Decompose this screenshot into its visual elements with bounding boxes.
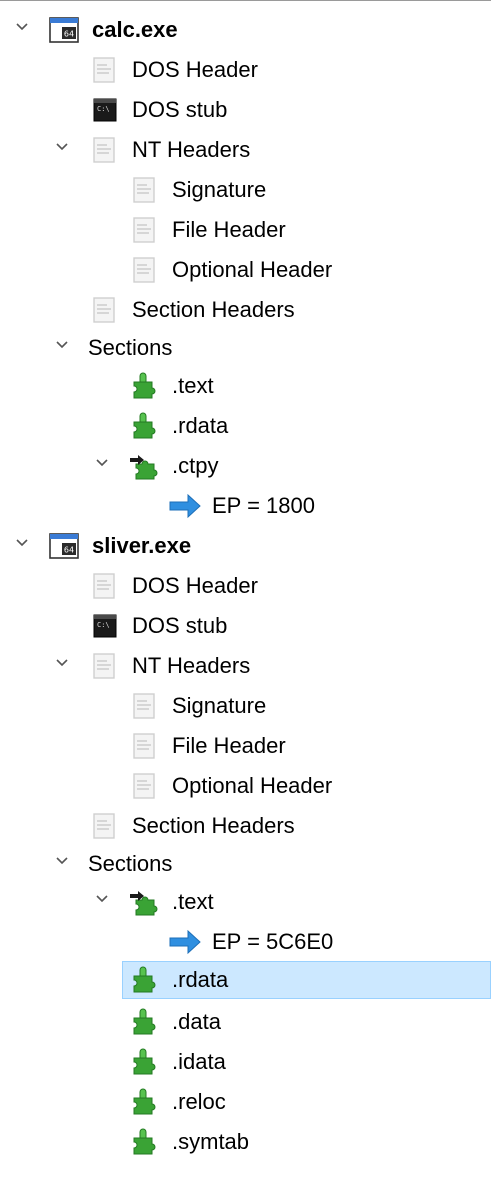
tree-node-sections[interactable]: Sections (0, 845, 491, 883)
node-label: .ctpy (172, 453, 219, 478)
document-icon (88, 652, 120, 680)
puzzle-piece-icon (128, 1008, 160, 1036)
document-icon (88, 812, 120, 840)
node-label: Signature (172, 693, 267, 718)
node-label: .reloc (172, 1089, 226, 1114)
node-label: .rdata (172, 967, 229, 992)
tree-node-section-rdata[interactable]: .rdata (0, 407, 491, 445)
node-label: .data (172, 1009, 221, 1034)
tree-node-section-headers[interactable]: Section Headers (0, 291, 491, 329)
node-label: DOS Header (132, 573, 258, 598)
tree-node-section-text[interactable]: .text (0, 367, 491, 405)
tree-node-section-rdata-selected[interactable]: .rdata (0, 961, 491, 999)
console-icon (88, 96, 120, 124)
tree-node-dos-stub[interactable]: DOS stub (0, 607, 491, 645)
puzzle-piece-icon (128, 1048, 160, 1076)
tree-node-sliver-exe[interactable]: sliver.exe (0, 527, 491, 565)
chevron-down-icon[interactable] (12, 533, 32, 553)
puzzle-piece-icon (128, 372, 160, 400)
chevron-down-icon[interactable] (52, 137, 72, 157)
document-icon (128, 256, 160, 284)
document-icon (128, 732, 160, 760)
document-icon (88, 136, 120, 164)
document-icon (128, 216, 160, 244)
tree-node-dos-stub[interactable]: DOS stub (0, 91, 491, 129)
puzzle-piece-icon (128, 966, 160, 994)
tree-node-section-text[interactable]: .text (0, 883, 491, 921)
puzzle-piece-icon (128, 1128, 160, 1156)
node-label: EP = 1800 (212, 493, 315, 518)
chevron-down-icon[interactable] (52, 335, 72, 355)
console-icon (88, 612, 120, 640)
node-label: File Header (172, 733, 286, 758)
document-icon (88, 56, 120, 84)
tree-node-entry-point[interactable]: EP = 1800 (0, 487, 491, 525)
node-label: Section Headers (132, 813, 295, 838)
node-label: DOS stub (132, 613, 228, 638)
tree-node-section-headers[interactable]: Section Headers (0, 807, 491, 845)
node-label: Optional Header (172, 773, 333, 798)
node-label: sliver.exe (92, 533, 192, 558)
tree-node-optional-header[interactable]: Optional Header (0, 767, 491, 805)
chevron-down-icon[interactable] (92, 889, 112, 909)
node-label: File Header (172, 217, 286, 242)
tree-node-section-reloc[interactable]: .reloc (0, 1083, 491, 1121)
document-icon (128, 772, 160, 800)
node-label: DOS Header (132, 57, 258, 82)
chevron-down-icon[interactable] (12, 17, 32, 37)
blue-arrow-icon (168, 492, 202, 520)
node-label: .symtab (172, 1129, 250, 1154)
document-icon (128, 176, 160, 204)
node-label: Sections (88, 335, 173, 360)
tree-node-calc-exe[interactable]: calc.exe (0, 11, 491, 49)
tree-node-sections[interactable]: Sections (0, 329, 491, 367)
pe-tree-view[interactable]: calc.exe DOS Header DOS stub NT Headers … (0, 0, 491, 1182)
tree-node-signature[interactable]: Signature (0, 687, 491, 725)
tree-node-dos-header[interactable]: DOS Header (0, 567, 491, 605)
tree-node-nt-headers[interactable]: NT Headers (0, 647, 491, 685)
node-label: .text (172, 373, 214, 398)
node-label: Sections (88, 851, 173, 876)
puzzle-piece-icon (128, 412, 160, 440)
node-label: .idata (172, 1049, 226, 1074)
tree-node-optional-header[interactable]: Optional Header (0, 251, 491, 289)
tree-node-signature[interactable]: Signature (0, 171, 491, 209)
tree-node-section-idata[interactable]: .idata (0, 1043, 491, 1081)
chevron-down-icon[interactable] (52, 851, 72, 871)
document-icon (128, 692, 160, 720)
tree-node-dos-header[interactable]: DOS Header (0, 51, 491, 89)
node-label: .text (172, 889, 214, 914)
puzzle-piece-arrow-icon (128, 888, 160, 916)
node-label: Optional Header (172, 257, 333, 282)
exe-64-icon (48, 16, 80, 44)
tree-node-file-header[interactable]: File Header (0, 211, 491, 249)
blue-arrow-icon (168, 928, 202, 956)
document-icon (88, 572, 120, 600)
node-label: NT Headers (132, 137, 251, 162)
tree-node-section-ctpy[interactable]: .ctpy (0, 447, 491, 485)
node-label: EP = 5C6E0 (212, 929, 334, 954)
tree-node-file-header[interactable]: File Header (0, 727, 491, 765)
node-label: NT Headers (132, 653, 251, 678)
chevron-down-icon[interactable] (92, 453, 112, 473)
tree-node-entry-point[interactable]: EP = 5C6E0 (0, 923, 491, 961)
tree-node-nt-headers[interactable]: NT Headers (0, 131, 491, 169)
node-label: DOS stub (132, 97, 228, 122)
tree-node-section-data[interactable]: .data (0, 1003, 491, 1041)
node-label: Signature (172, 177, 267, 202)
node-label: Section Headers (132, 297, 295, 322)
chevron-down-icon[interactable] (52, 653, 72, 673)
exe-64-icon (48, 532, 80, 560)
puzzle-piece-arrow-icon (128, 452, 160, 480)
document-icon (88, 296, 120, 324)
puzzle-piece-icon (128, 1088, 160, 1116)
node-label: .rdata (172, 413, 229, 438)
node-label: calc.exe (92, 17, 178, 42)
tree-node-section-symtab[interactable]: .symtab (0, 1123, 491, 1161)
